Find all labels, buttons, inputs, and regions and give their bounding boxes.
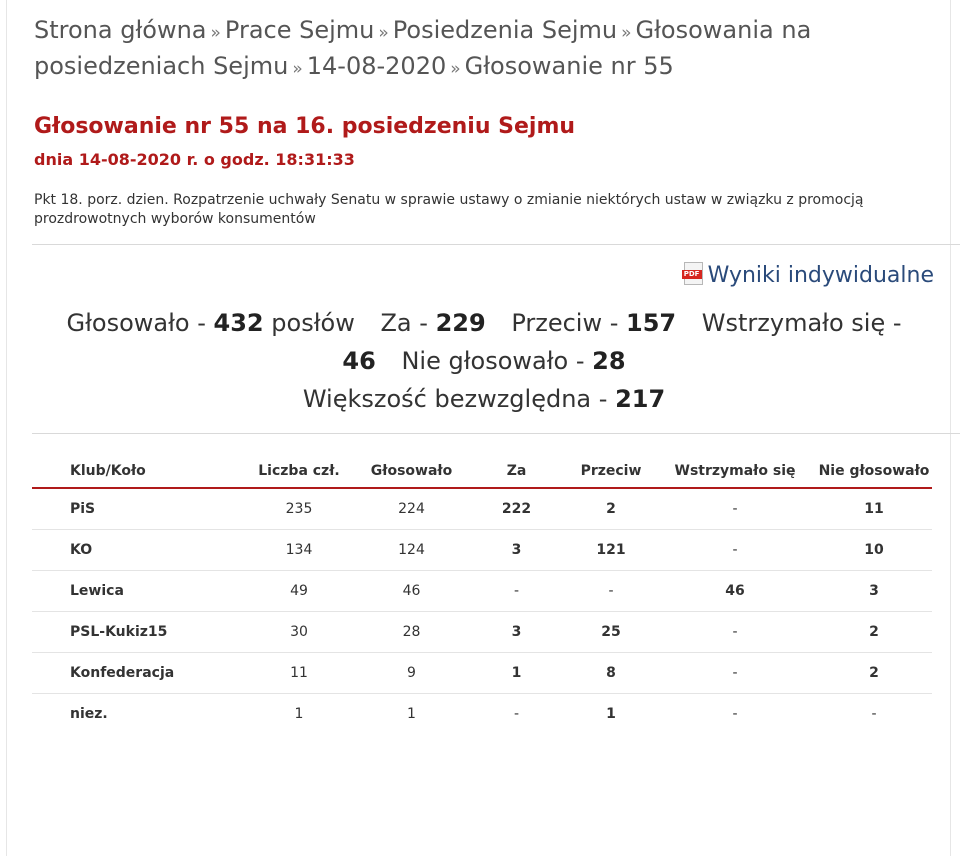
column-header-members: Liczba czł. — [240, 454, 358, 489]
against-label: Przeciw - — [511, 309, 619, 337]
individual-results-link[interactable]: PDF Wyniki indywidualne — [681, 262, 934, 288]
club-name[interactable]: Lewica — [32, 570, 240, 612]
breadcrumb-current: Głosowanie nr 55 — [464, 52, 674, 80]
voted-count: 432 — [213, 309, 264, 337]
individual-results: PDF Wyniki indywidualne — [34, 262, 934, 290]
voted-cell: 9 — [358, 652, 465, 694]
for-cell[interactable]: 222 — [465, 488, 568, 530]
against-cell[interactable]: 2 — [568, 488, 654, 530]
voted-cell: 1 — [407, 706, 416, 722]
for-cell: - — [465, 570, 568, 612]
not-voted-cell[interactable]: 2 — [816, 652, 932, 694]
abstained-cell: - — [654, 652, 816, 694]
not-voted-cell[interactable]: 10 — [816, 529, 932, 571]
column-header-against: Przeciw — [568, 454, 654, 489]
not-voted-cell[interactable]: 3 — [816, 570, 932, 612]
club-name[interactable]: PSL-Kukiz15 — [32, 611, 240, 653]
for-cell: - — [513, 706, 520, 722]
breadcrumb-home[interactable]: Strona główna — [34, 16, 207, 44]
divider — [32, 244, 960, 245]
table-row: KO 134 124 3 121 - 10 — [32, 529, 932, 571]
abstained-cell: - — [654, 529, 816, 571]
not-voted-label: Nie głosowało - — [401, 347, 585, 375]
page-border-right — [950, 0, 951, 856]
members-cell: 134 — [240, 529, 358, 571]
not-voted-count: 28 — [592, 347, 626, 375]
table-row: PSL-Kukiz15 30 28 3 25 - 2 — [32, 611, 932, 653]
for-cell[interactable]: 1 — [465, 652, 568, 694]
column-header-voted: Głosowało — [358, 454, 465, 489]
table-header-row: Klub/Koło Liczba czł. Głosowało Za Przec… — [32, 454, 932, 489]
against-cell[interactable]: 121 — [568, 529, 654, 571]
divider — [32, 433, 960, 434]
page-border-left — [6, 0, 7, 856]
voted-label: Głosowało - — [66, 309, 206, 337]
breadcrumb-posiedzenia[interactable]: Posiedzenia Sejmu — [393, 16, 617, 44]
not-voted-cell[interactable]: 11 — [816, 488, 932, 530]
table-row: Konfederacja 11 9 1 8 - 2 — [32, 652, 932, 694]
individual-results-label: Wyniki indywidualne — [707, 263, 934, 288]
for-count: 229 — [435, 309, 486, 337]
main-content: Strona główna» Prace Sejmu» Posiedzenia Se… — [32, 14, 960, 734]
for-label: Za - — [380, 309, 428, 337]
not-voted-cell[interactable]: 2 — [816, 611, 932, 653]
table-row: niez. 1 1 - 1 - - — [32, 694, 932, 735]
vote-summary: Głosowało - 432 posłów Za - 229 Przeciw … — [34, 304, 934, 418]
table-row: Lewica 49 46 - - 46 3 — [32, 570, 932, 612]
members-cell: 49 — [240, 570, 358, 612]
majority-label: Większość bezwzględna - — [302, 385, 608, 413]
breadcrumb-prace-sejmu[interactable]: Prace Sejmu — [225, 16, 374, 44]
pdf-icon: PDF — [681, 262, 704, 285]
majority-count: 217 — [615, 385, 666, 413]
abstained-cell: - — [654, 611, 816, 653]
club-name[interactable]: Konfederacja — [32, 652, 240, 694]
column-header-not-voted: Nie głosowało — [816, 454, 932, 489]
for-cell[interactable]: 3 — [465, 611, 568, 653]
not-voted-cell: - — [871, 706, 877, 722]
column-header-abstained: Wstrzymało się — [654, 454, 816, 489]
for-cell[interactable]: 3 — [465, 529, 568, 571]
breadcrumb-date[interactable]: 14-08-2020 — [307, 52, 446, 80]
members-cell: 235 — [240, 488, 358, 530]
breadcrumb-separator: » — [450, 59, 461, 79]
against-cell[interactable]: 8 — [568, 652, 654, 694]
club-name[interactable]: niez. — [32, 694, 240, 735]
against-cell: - — [568, 570, 654, 612]
page-title: Głosowanie nr 55 na 16. posiedzeniu Sejm… — [34, 114, 576, 139]
breadcrumb-separator: » — [621, 23, 632, 43]
abstained-cell: - — [654, 488, 816, 530]
against-cell[interactable]: 1 — [568, 694, 654, 735]
results-table: Klub/Koło Liczba czł. Głosowało Za Przec… — [32, 454, 932, 734]
abstained-cell: - — [732, 706, 738, 722]
table-row: PiS 235 224 222 2 - 11 — [32, 488, 932, 530]
voted-unit: posłów — [271, 309, 355, 337]
members-cell: 30 — [240, 611, 358, 653]
members-cell: 1 — [294, 706, 304, 722]
club-name[interactable]: PiS — [32, 488, 240, 530]
vote-description: Pkt 18. porz. dzien. Rozpatrzenie uchwał… — [34, 192, 864, 227]
breadcrumb-separator: » — [378, 23, 389, 43]
column-header-club: Klub/Koło — [32, 454, 240, 489]
vote-date: dnia 14-08-2020 r. o godz. 18:31:33 — [34, 150, 355, 169]
members-cell: 11 — [240, 652, 358, 694]
breadcrumb-separator: » — [292, 59, 303, 79]
against-count: 157 — [626, 309, 677, 337]
column-header-for: Za — [465, 454, 568, 489]
against-cell[interactable]: 25 — [568, 611, 654, 653]
voted-cell: 28 — [358, 611, 465, 653]
abstained-label: Wstrzymało się - — [701, 309, 902, 337]
voted-cell: 46 — [358, 570, 465, 612]
club-name[interactable]: KO — [32, 529, 240, 571]
abstained-cell[interactable]: 46 — [654, 570, 816, 612]
breadcrumb: Strona główna» Prace Sejmu» Posiedzenia Se… — [34, 14, 914, 86]
breadcrumb-separator: » — [210, 23, 221, 43]
voted-cell: 224 — [358, 488, 465, 530]
voted-cell: 124 — [358, 529, 465, 571]
abstained-count: 46 — [342, 347, 376, 375]
